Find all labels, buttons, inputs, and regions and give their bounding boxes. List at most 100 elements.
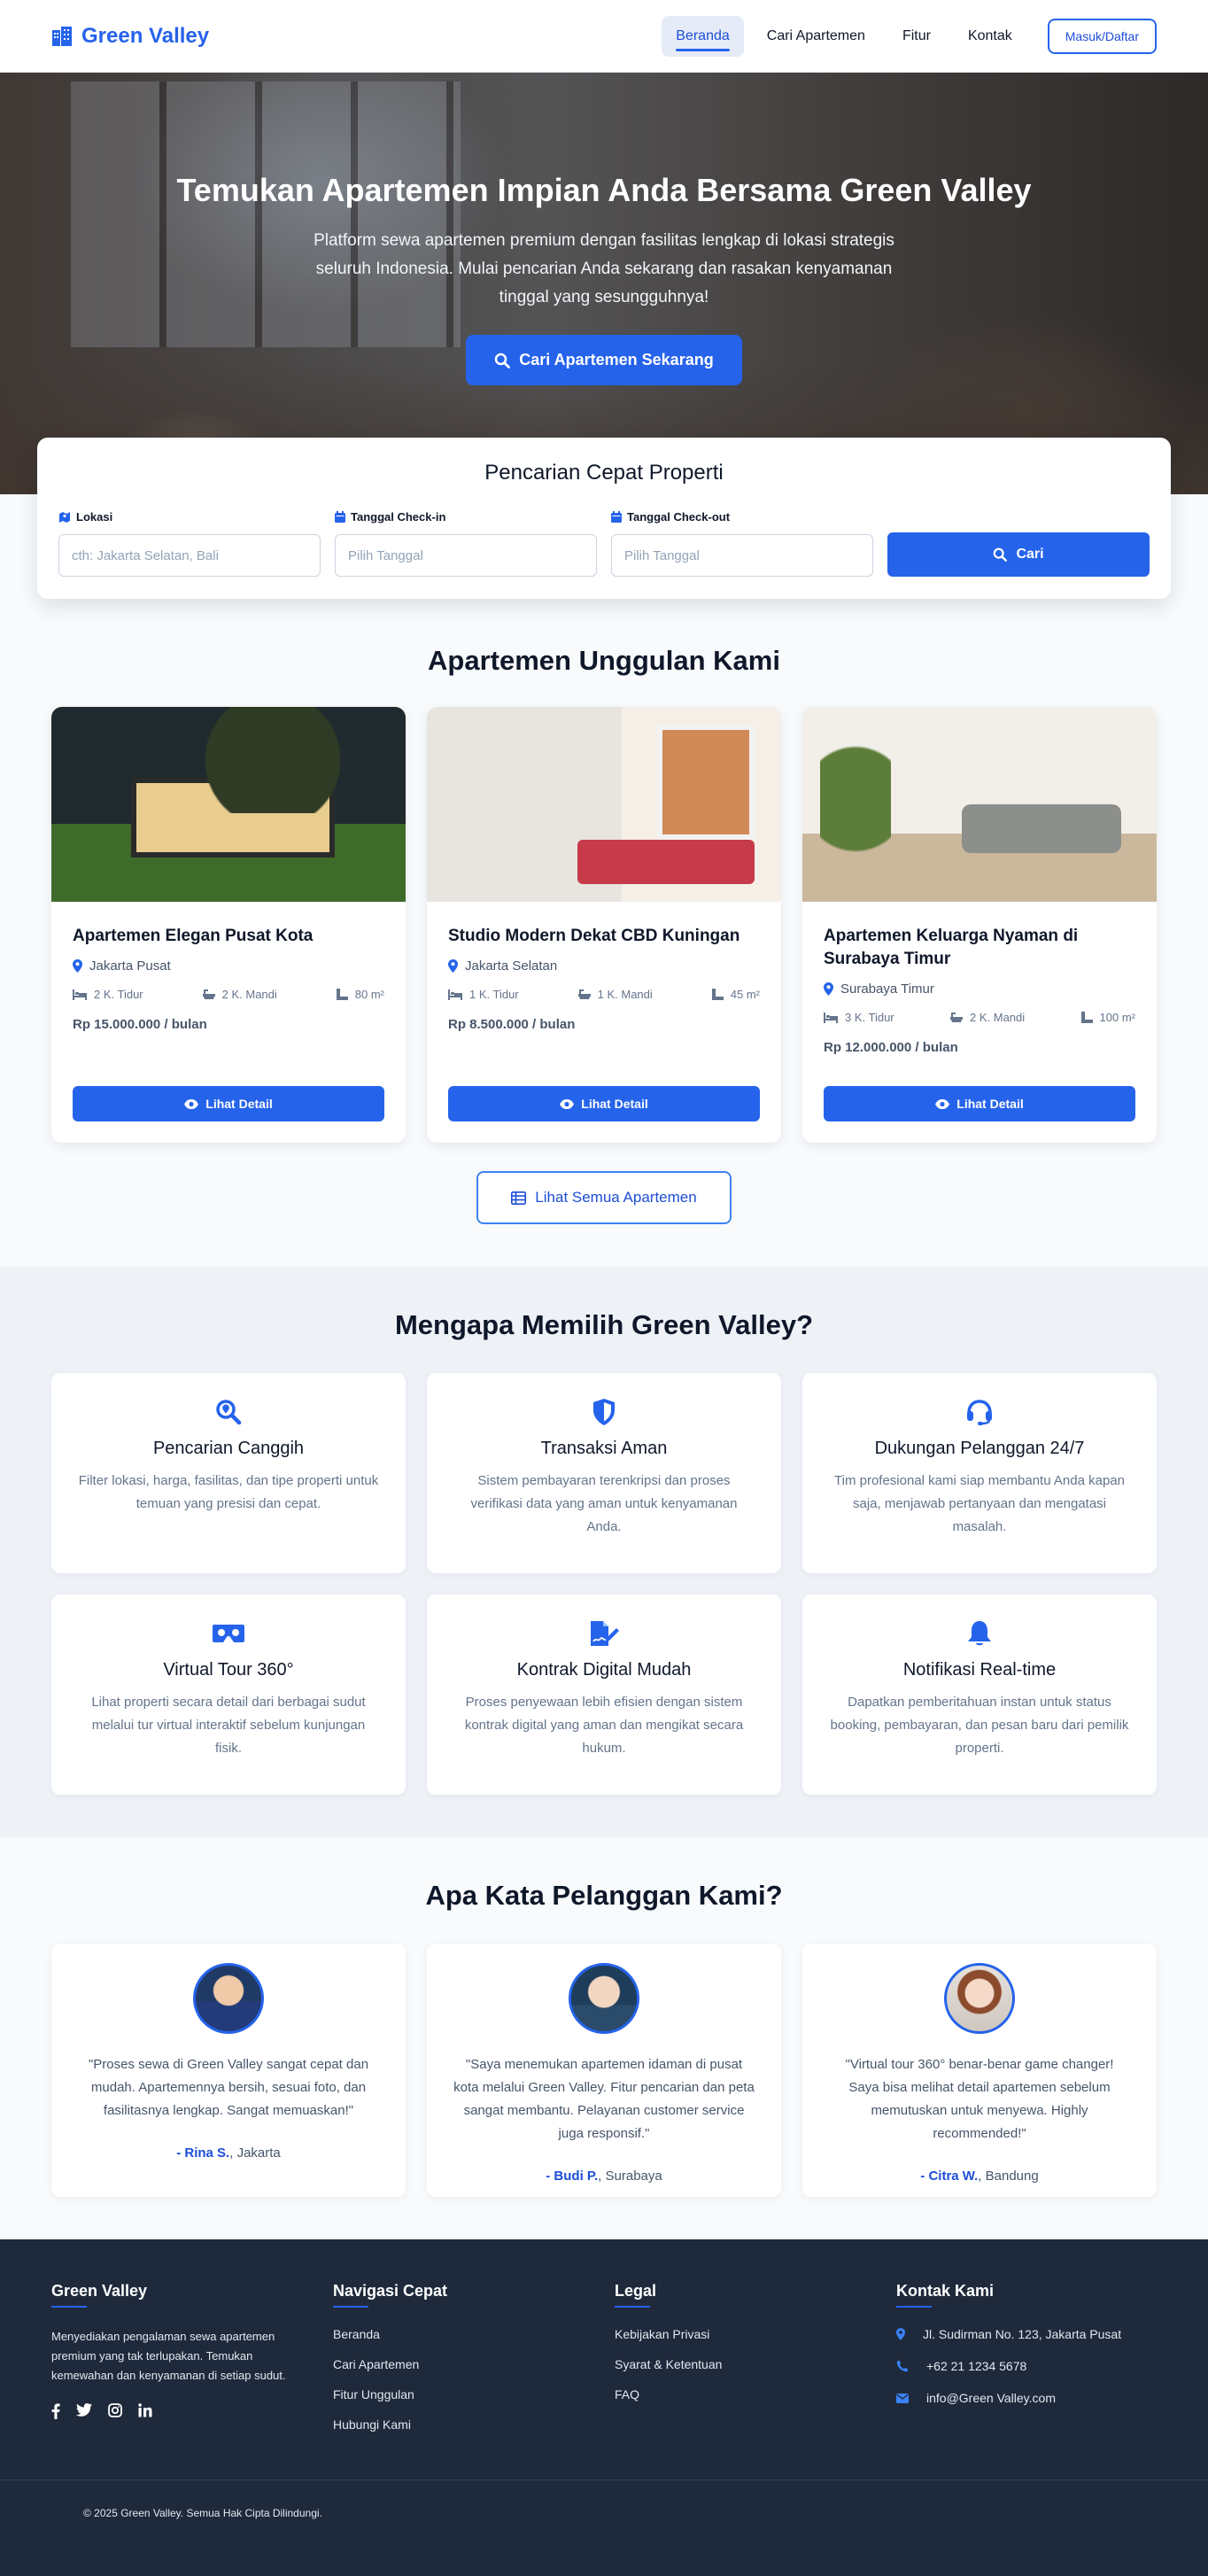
bath-icon bbox=[577, 989, 591, 999]
contact-phone-text[interactable]: +62 21 1234 5678 bbox=[926, 2359, 1026, 2373]
bedrooms-text: 1 K. Tidur bbox=[469, 988, 519, 1001]
building-icon bbox=[52, 26, 72, 46]
feature-title: Virtual Tour 360° bbox=[163, 1660, 294, 1680]
view-detail-button[interactable]: Lihat Detail bbox=[73, 1086, 384, 1121]
view-detail-button[interactable]: Lihat Detail bbox=[824, 1086, 1135, 1121]
bell-icon bbox=[829, 1616, 1130, 1651]
quick-search-button[interactable]: Cari bbox=[887, 532, 1150, 577]
eye-icon bbox=[560, 1098, 575, 1109]
view-all-apartments-button[interactable]: Lihat Semua Apartemen bbox=[476, 1171, 732, 1224]
view-detail-button[interactable]: Lihat Detail bbox=[448, 1086, 760, 1121]
testimonial-card: "Proses sewa di Green Valley sangat cepa… bbox=[51, 1944, 406, 2197]
feature-title: Dukungan Pelanggan 24/7 bbox=[874, 1439, 1085, 1458]
list-icon bbox=[511, 1191, 527, 1205]
apartment-title: Studio Modern Dekat CBD Kuningan bbox=[448, 927, 740, 945]
map-icon bbox=[59, 512, 70, 523]
shield-icon bbox=[453, 1394, 755, 1430]
apartment-price: Rp 12.000.000 / bulan bbox=[824, 1040, 958, 1055]
footer-link-hubungi-kami[interactable]: Hubungi Kami bbox=[333, 2417, 615, 2432]
nav-kontak[interactable]: Kontak bbox=[954, 16, 1026, 57]
feature-description: Sistem pembayaran terenkripsi dan proses… bbox=[470, 1473, 738, 1534]
footer-nav-links: Beranda Cari Apartemen Fitur Unggulan Hu… bbox=[333, 2327, 615, 2432]
instagram-icon[interactable] bbox=[108, 2403, 122, 2424]
location-field-group: Lokasi bbox=[58, 510, 321, 577]
ruler-icon bbox=[711, 989, 724, 1000]
footer-link-beranda[interactable]: Beranda bbox=[333, 2327, 615, 2341]
bedrooms-info: 3 K. Tidur bbox=[824, 1011, 894, 1024]
hero-subtitle: Platform sewa apartemen premium dengan f… bbox=[314, 231, 894, 306]
contact-email-text[interactable]: info@Green Valley.com bbox=[926, 2391, 1056, 2405]
footer-quick-nav: Navigasi Cepat Beranda Cari Apartemen Fi… bbox=[333, 2282, 615, 2432]
checkout-date-input[interactable] bbox=[611, 534, 873, 577]
contact-list: Jl. Sudirman No. 123, Jakarta Pusat +62 … bbox=[896, 2327, 1178, 2405]
brand-name: Green Valley bbox=[81, 23, 210, 48]
footer-link-faq[interactable]: FAQ bbox=[615, 2387, 896, 2401]
feature-description: Proses penyewaan lebih efisien dengan si… bbox=[464, 1695, 744, 1756]
copyright-text: © 2025 Green Valley. Semua Hak Cipta Dil… bbox=[83, 2507, 322, 2519]
author-city: , Surabaya bbox=[598, 2169, 662, 2184]
quick-search-form: Lokasi Tanggal Check-in Tanggal Check-ou… bbox=[58, 510, 1150, 577]
footer-about-title: Green Valley bbox=[51, 2282, 333, 2308]
apartment-card: Apartemen Keluarga Nyaman di Surabaya Ti… bbox=[802, 707, 1157, 1143]
footer-legal: Legal Kebijakan Privasi Syarat & Ketentu… bbox=[615, 2282, 896, 2432]
footer-link-cari-apartemen[interactable]: Cari Apartemen bbox=[333, 2357, 615, 2371]
nav-fitur[interactable]: Fitur bbox=[888, 16, 945, 57]
main-nav: Beranda Cari Apartemen Fitur Kontak Masu… bbox=[662, 15, 1157, 57]
calendar-icon bbox=[611, 511, 622, 523]
footer-legal-links: Kebijakan Privasi Syarat & Ketentuan FAQ bbox=[615, 2327, 896, 2401]
brand-logo[interactable]: Green Valley bbox=[51, 24, 209, 49]
apartment-title: Apartemen Elegan Pusat Kota bbox=[73, 927, 314, 945]
testimonial-list: "Proses sewa di Green Valley sangat cepa… bbox=[0, 1944, 1208, 2197]
footer-link-privacy[interactable]: Kebijakan Privasi bbox=[615, 2327, 896, 2341]
login-button[interactable]: Masuk/Daftar bbox=[1047, 18, 1157, 54]
apartment-card-body: Apartemen Keluarga Nyaman di Surabaya Ti… bbox=[802, 902, 1157, 1143]
location-input[interactable] bbox=[58, 534, 321, 577]
featured-apartments-section: Apartemen Unggulan Kami Apartemen Elegan… bbox=[0, 599, 1208, 1267]
area-text: 100 m² bbox=[1099, 1011, 1135, 1024]
nav-beranda[interactable]: Beranda bbox=[662, 15, 744, 57]
area-text: 45 m² bbox=[730, 988, 760, 1001]
checkin-date-input[interactable] bbox=[335, 534, 597, 577]
bathrooms-text: 1 K. Mandi bbox=[597, 988, 653, 1001]
facebook-icon[interactable] bbox=[51, 2403, 60, 2424]
footer-nav-title: Navigasi Cepat bbox=[333, 2282, 615, 2308]
search-icon bbox=[994, 547, 1008, 562]
area-info: 45 m² bbox=[711, 988, 760, 1001]
feature-card: Kontrak Digital Mudah Proses penyewaan l… bbox=[427, 1594, 781, 1795]
location-label-text: Lokasi bbox=[76, 510, 113, 524]
quick-search-button-label: Cari bbox=[1016, 547, 1044, 562]
bed-icon bbox=[73, 989, 87, 1000]
contact-address-text: Jl. Sudirman No. 123, Jakarta Pusat bbox=[923, 2327, 1122, 2341]
footer-contact-title: Kontak Kami bbox=[896, 2282, 1178, 2308]
twitter-icon[interactable] bbox=[76, 2403, 92, 2424]
avatar bbox=[944, 1963, 1015, 2034]
footer-link-terms[interactable]: Syarat & Ketentuan bbox=[615, 2357, 896, 2371]
feature-title: Notifikasi Real-time bbox=[902, 1660, 1057, 1680]
nav-cari-apartemen[interactable]: Cari Apartemen bbox=[753, 16, 879, 57]
apartment-photo bbox=[51, 707, 406, 902]
view-detail-label: Lihat Detail bbox=[581, 1097, 648, 1111]
feature-title: Pencarian Canggih bbox=[152, 1439, 305, 1458]
footer-legal-title: Legal bbox=[615, 2282, 896, 2308]
apartment-price: Rp 15.000.000 / bulan bbox=[73, 1017, 207, 1032]
map-pin-icon bbox=[824, 982, 833, 996]
apartment-features: 2 K. Tidur 2 K. Mandi 80 m² bbox=[73, 988, 384, 1001]
apartment-card: Apartemen Elegan Pusat Kota Jakarta Pusa… bbox=[51, 707, 406, 1143]
hero-title: Temukan Apartemen Impian Anda Bersama Gr… bbox=[176, 172, 1032, 208]
bedrooms-info: 1 K. Tidur bbox=[448, 988, 519, 1001]
footer-contact: Kontak Kami Jl. Sudirman No. 123, Jakart… bbox=[896, 2282, 1178, 2432]
author-name: - Rina S. bbox=[176, 2145, 230, 2161]
bathrooms-info: 2 K. Mandi bbox=[950, 1011, 1025, 1024]
footer-link-fitur-unggulan[interactable]: Fitur Unggulan bbox=[333, 2387, 615, 2401]
apartment-card: Studio Modern Dekat CBD Kuningan Jakarta… bbox=[427, 707, 781, 1143]
bathrooms-info: 1 K. Mandi bbox=[577, 988, 653, 1001]
feature-card: Virtual Tour 360° Lihat properti secara … bbox=[51, 1594, 406, 1795]
linkedin-icon[interactable] bbox=[138, 2403, 152, 2424]
apartment-price: Rp 8.500.000 / bulan bbox=[448, 1017, 576, 1032]
hero-search-button[interactable]: Cari Apartemen Sekarang bbox=[466, 335, 742, 385]
avatar bbox=[193, 1963, 264, 2034]
apartment-features: 1 K. Tidur 1 K. Mandi 45 m² bbox=[448, 988, 760, 1001]
area-text: 80 m² bbox=[354, 988, 384, 1001]
testimonials-section: Apa Kata Pelanggan Kami? "Proses sewa di… bbox=[0, 1837, 1208, 2239]
apartment-photo bbox=[802, 707, 1157, 902]
